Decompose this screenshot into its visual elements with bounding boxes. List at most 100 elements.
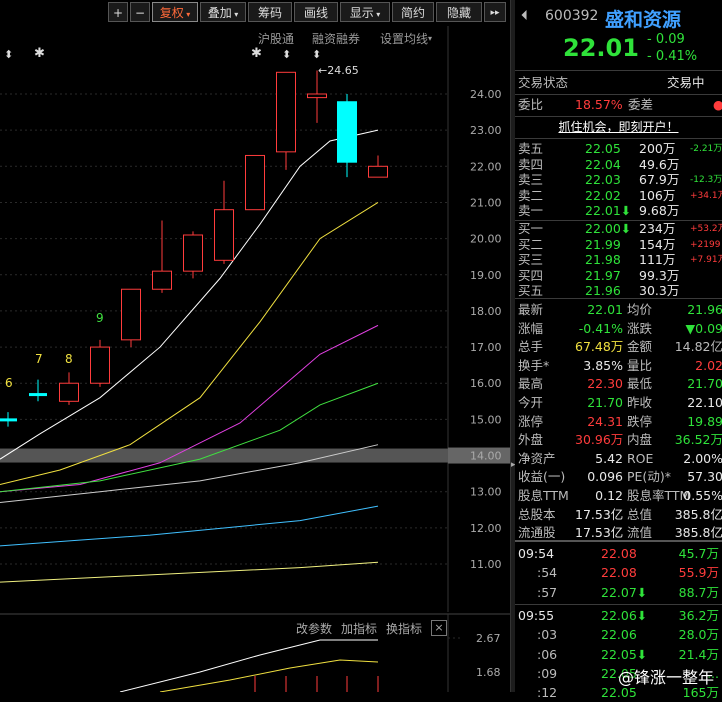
price-axis-label: 20.00 — [470, 233, 502, 246]
bid-volume: 111万 — [639, 252, 676, 267]
caret-down-icon: ▾ — [183, 10, 191, 19]
bid-row[interactable]: 买五 21.96 30.3万 — [515, 283, 722, 299]
tick-volume: 28.0万 — [678, 627, 719, 643]
price-axis-label: 13.00 — [470, 486, 502, 499]
candle-body — [0, 418, 17, 422]
stat-value: ▼0.09 — [685, 320, 722, 336]
candle-body — [245, 154, 265, 211]
stats-row: 涨停 24.31 跌停 19.89 — [515, 413, 722, 431]
bid-row[interactable]: 买四 21.97 99.3万 — [515, 268, 722, 284]
candle-body — [59, 382, 79, 402]
set-ma-link[interactable]: 设置均线 — [380, 30, 428, 47]
candle-body — [368, 165, 388, 178]
stat-value: 385.8亿 — [674, 506, 722, 522]
bid-row[interactable]: 买二 21.99 154万 +2199 — [515, 237, 722, 253]
ask-row[interactable]: 卖五 22.05 200万 -2.21万 — [515, 141, 722, 157]
open-account-banner[interactable]: 抓住机会，即刻开户！ — [515, 118, 722, 136]
event-marker-icon[interactable]: ⬍ — [282, 48, 291, 61]
tick-time: 09:55 — [518, 607, 555, 623]
zoom-out-button[interactable]: − — [130, 2, 150, 22]
edit-params-button[interactable]: 改参数 — [296, 620, 332, 637]
weicha-indicator: ● — [713, 97, 722, 112]
bid-price: 21.97 — [585, 267, 621, 283]
stat-label: 净资产 — [518, 450, 556, 466]
stat-value: 21.70 — [587, 395, 623, 410]
ask-label: 卖二 — [518, 187, 544, 203]
zoom-in-button[interactable]: + — [108, 2, 128, 22]
xianshi-label: 显示 — [349, 6, 374, 20]
tick-price: 22.06 — [601, 627, 637, 643]
stats-row: 股息TTM 0.12 股息率TTM 0.55% — [515, 487, 722, 505]
more-arrows-icon[interactable]: ▸▸ — [484, 2, 506, 22]
stat-label: 金额 — [627, 339, 653, 355]
stat-value: 19.89 — [687, 413, 722, 429]
bid-row[interactable]: 买一 22.00⬇ 234万 +53.2万 — [515, 221, 722, 237]
fuquan-button[interactable]: 复权 ▾ — [152, 2, 198, 22]
day-label: 7 — [35, 352, 43, 366]
xianshi-button[interactable]: 显示 ▾ — [340, 2, 390, 22]
price-axis-label: 21.00 — [470, 196, 502, 209]
yincang-button[interactable]: 隐藏 — [436, 2, 482, 22]
price-axis-label: 23.00 — [470, 124, 502, 137]
tick-volume: 55.9万 — [678, 565, 719, 581]
tick-row: :57 22.07⬇ 88.7万 — [515, 584, 722, 602]
stat-value: 0.55% — [683, 488, 722, 503]
stat-value: 3.85% — [583, 357, 623, 373]
indicator-axis-label: 2.67 — [476, 632, 501, 645]
candle-body — [183, 234, 203, 272]
chouma-button[interactable]: 筹码 — [248, 2, 292, 22]
price-change: - 0.09 — [647, 32, 685, 47]
stat-label: 总值 — [627, 506, 653, 522]
bid-volume: 234万 — [639, 221, 676, 236]
rzrq-link[interactable]: 融资融券 — [312, 30, 360, 47]
bid-volume: 154万 — [639, 236, 676, 252]
stats-row: 涨幅 -0.41% 涨跌 ▼0.09 — [515, 320, 722, 338]
stat-label: 昨收 — [627, 395, 653, 410]
kline-chart[interactable]: 24.00 23.00 22.00 21.00 20.00 19.00 18.00 17.00… — [0, 0, 510, 692]
stat-label: 涨跌 — [627, 320, 653, 336]
ask-row[interactable]: 卖一 22.01⬇ 9.68万 — [515, 203, 722, 219]
tick-price: 22.08 — [601, 546, 637, 561]
event-marker-icon[interactable]: ⬍ — [4, 48, 13, 61]
event-star-icon[interactable]: ✱ — [251, 46, 262, 61]
day-label: 8 — [65, 352, 73, 366]
huaxian-button[interactable]: 画线 — [294, 2, 338, 22]
stats-row: 净资产 5.42 ROE 2.00% — [515, 450, 722, 468]
bid-price: 21.99 — [585, 236, 621, 252]
ask-row[interactable]: 卖三 22.03 67.9万 -12.3万 — [515, 172, 722, 188]
status-label: 交易状态 — [518, 75, 569, 90]
tick-row: :54 22.08 55.9万 — [515, 564, 722, 582]
stat-value: -0.41% — [578, 320, 623, 336]
bid-volume: 30.3万 — [639, 283, 680, 298]
hgt-link[interactable]: 沪股通 — [258, 30, 294, 47]
bid-row[interactable]: 买三 21.98 111万 +7.91万 — [515, 252, 722, 268]
bid-delta: +2199 — [690, 239, 721, 250]
ask-row[interactable]: 卖四 22.04 49.6万 — [515, 157, 722, 173]
ask-row[interactable]: 卖二 22.02 106万 +34.1万 — [515, 188, 722, 204]
stats-row: 收益(一) 0.096 PE(动)* 57.30 — [515, 468, 722, 486]
ask-price: 22.01⬇ — [585, 203, 632, 218]
add-indicator-button[interactable]: 加指标 — [341, 620, 377, 637]
weibi-value: 18.57% — [575, 97, 623, 112]
event-star-icon[interactable]: ✱ — [34, 46, 45, 61]
bid-delta: +53.2万 — [690, 224, 722, 234]
bid-delta: +7.91万 — [690, 255, 722, 265]
stat-label: 总手 — [518, 339, 544, 355]
diejia-button[interactable]: 叠加 ▾ — [200, 2, 246, 22]
event-marker-icon[interactable]: ⬍ — [312, 48, 321, 61]
day-label: 6 — [5, 376, 13, 390]
price-axis-label: 22.00 — [470, 160, 502, 173]
price-axis-label: 12.00 — [470, 522, 502, 535]
tick-time: :54 — [537, 565, 558, 581]
ask-delta: -12.3万 — [690, 175, 722, 185]
stat-value: 0.12 — [595, 488, 623, 503]
stock-code: 600392 — [545, 8, 599, 24]
back-arrow-icon[interactable]: ⏴ — [521, 8, 528, 24]
close-icon[interactable]: × — [431, 620, 447, 636]
jianyue-button[interactable]: 简约 — [392, 2, 434, 22]
switch-indicator-button[interactable]: 换指标 — [386, 620, 422, 637]
stat-label: 涨幅 — [518, 320, 544, 336]
tick-time: :03 — [537, 627, 558, 643]
watermark: @锋涨一整年 — [617, 668, 714, 687]
banner-text[interactable]: 抓住机会，即刻开户！ — [558, 120, 678, 134]
